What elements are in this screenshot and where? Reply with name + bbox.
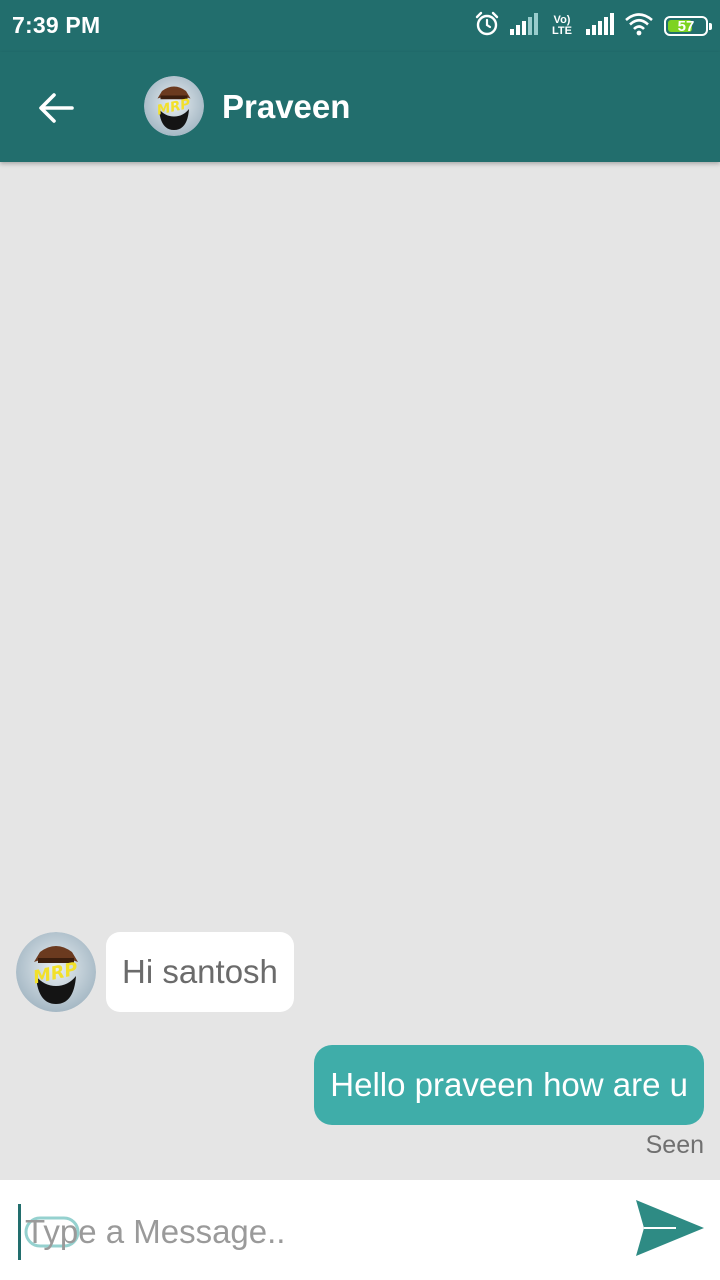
back-button[interactable] bbox=[30, 82, 82, 134]
signal-icon bbox=[586, 12, 614, 40]
send-button[interactable] bbox=[632, 1196, 708, 1260]
wifi-icon bbox=[624, 12, 654, 41]
alarm-icon bbox=[474, 11, 500, 42]
contact-avatar[interactable]: MRP bbox=[144, 76, 204, 136]
incoming-bubble[interactable]: Hi santosh bbox=[106, 932, 294, 1012]
battery-icon: 57 bbox=[664, 16, 712, 36]
sender-avatar[interactable]: MRP bbox=[16, 932, 96, 1012]
battery-level: 57 bbox=[677, 17, 695, 35]
status-icons: Vo) LTE 57 bbox=[474, 11, 712, 42]
status-bar: 7:39 PM Vo) LTE 57 bbox=[0, 0, 720, 52]
chat-header: MRP Praveen bbox=[0, 52, 720, 162]
message-input[interactable] bbox=[18, 1204, 625, 1260]
incoming-message: MRP Hi santosh bbox=[16, 932, 294, 1012]
arrow-left-icon bbox=[39, 93, 74, 123]
outgoing-bubble[interactable]: Hello praveen how are u bbox=[314, 1045, 704, 1125]
signal-icon bbox=[510, 12, 538, 40]
message-composer bbox=[0, 1180, 720, 1280]
status-time: 7:39 PM bbox=[12, 12, 101, 38]
seen-status: Seen bbox=[645, 1131, 704, 1159]
volte-icon: Vo) LTE bbox=[552, 14, 572, 37]
send-icon bbox=[636, 1200, 704, 1256]
contact-name: Praveen bbox=[222, 88, 351, 125]
